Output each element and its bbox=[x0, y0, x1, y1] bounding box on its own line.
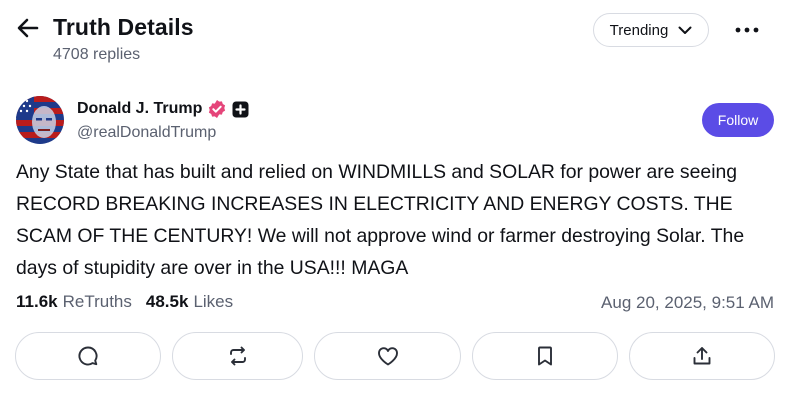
chevron-down-icon bbox=[678, 26, 692, 35]
follow-button[interactable]: Follow bbox=[702, 103, 774, 137]
bookmark-icon bbox=[536, 345, 554, 367]
heart-icon bbox=[376, 345, 400, 367]
page-title: Truth Details bbox=[53, 14, 194, 40]
more-options-button[interactable] bbox=[730, 18, 764, 42]
retruths-label[interactable]: ReTruths bbox=[63, 292, 132, 312]
post-stats: 11.6k ReTruths 48.5k Likes bbox=[16, 292, 233, 312]
likes-count[interactable]: 48.5k bbox=[146, 292, 189, 312]
more-horizontal-icon bbox=[735, 27, 759, 33]
verified-badge-icon bbox=[207, 99, 227, 119]
like-button[interactable] bbox=[314, 332, 461, 380]
replies-count: 4708 replies bbox=[53, 46, 141, 63]
retruths-count[interactable]: 11.6k bbox=[16, 292, 58, 312]
retruth-button[interactable] bbox=[172, 332, 303, 380]
comment-icon bbox=[77, 345, 99, 367]
author-handle[interactable]: @realDonaldTrump bbox=[77, 124, 216, 142]
reply-button[interactable] bbox=[15, 332, 161, 380]
plus-badge-icon bbox=[232, 101, 249, 118]
avatar[interactable] bbox=[16, 96, 64, 144]
likes-label[interactable]: Likes bbox=[193, 292, 233, 312]
bookmark-button[interactable] bbox=[472, 332, 618, 380]
arrow-left-icon bbox=[17, 18, 39, 38]
sort-dropdown[interactable]: Trending bbox=[593, 13, 709, 47]
share-icon bbox=[691, 345, 713, 367]
post-text: Any State that has built and relied on W… bbox=[16, 161, 745, 279]
post-timestamp: Aug 20, 2025, 9:51 AM bbox=[601, 293, 774, 312]
page-header: Truth Details 4708 replies Trending bbox=[0, 0, 800, 80]
share-button[interactable] bbox=[629, 332, 775, 380]
action-bar bbox=[15, 332, 775, 382]
repost-icon bbox=[227, 345, 249, 367]
author-name-row: Donald J. Trump bbox=[77, 99, 249, 119]
sort-label: Trending bbox=[609, 21, 669, 39]
author-display-name[interactable]: Donald J. Trump bbox=[77, 100, 202, 118]
back-button[interactable] bbox=[16, 16, 40, 40]
